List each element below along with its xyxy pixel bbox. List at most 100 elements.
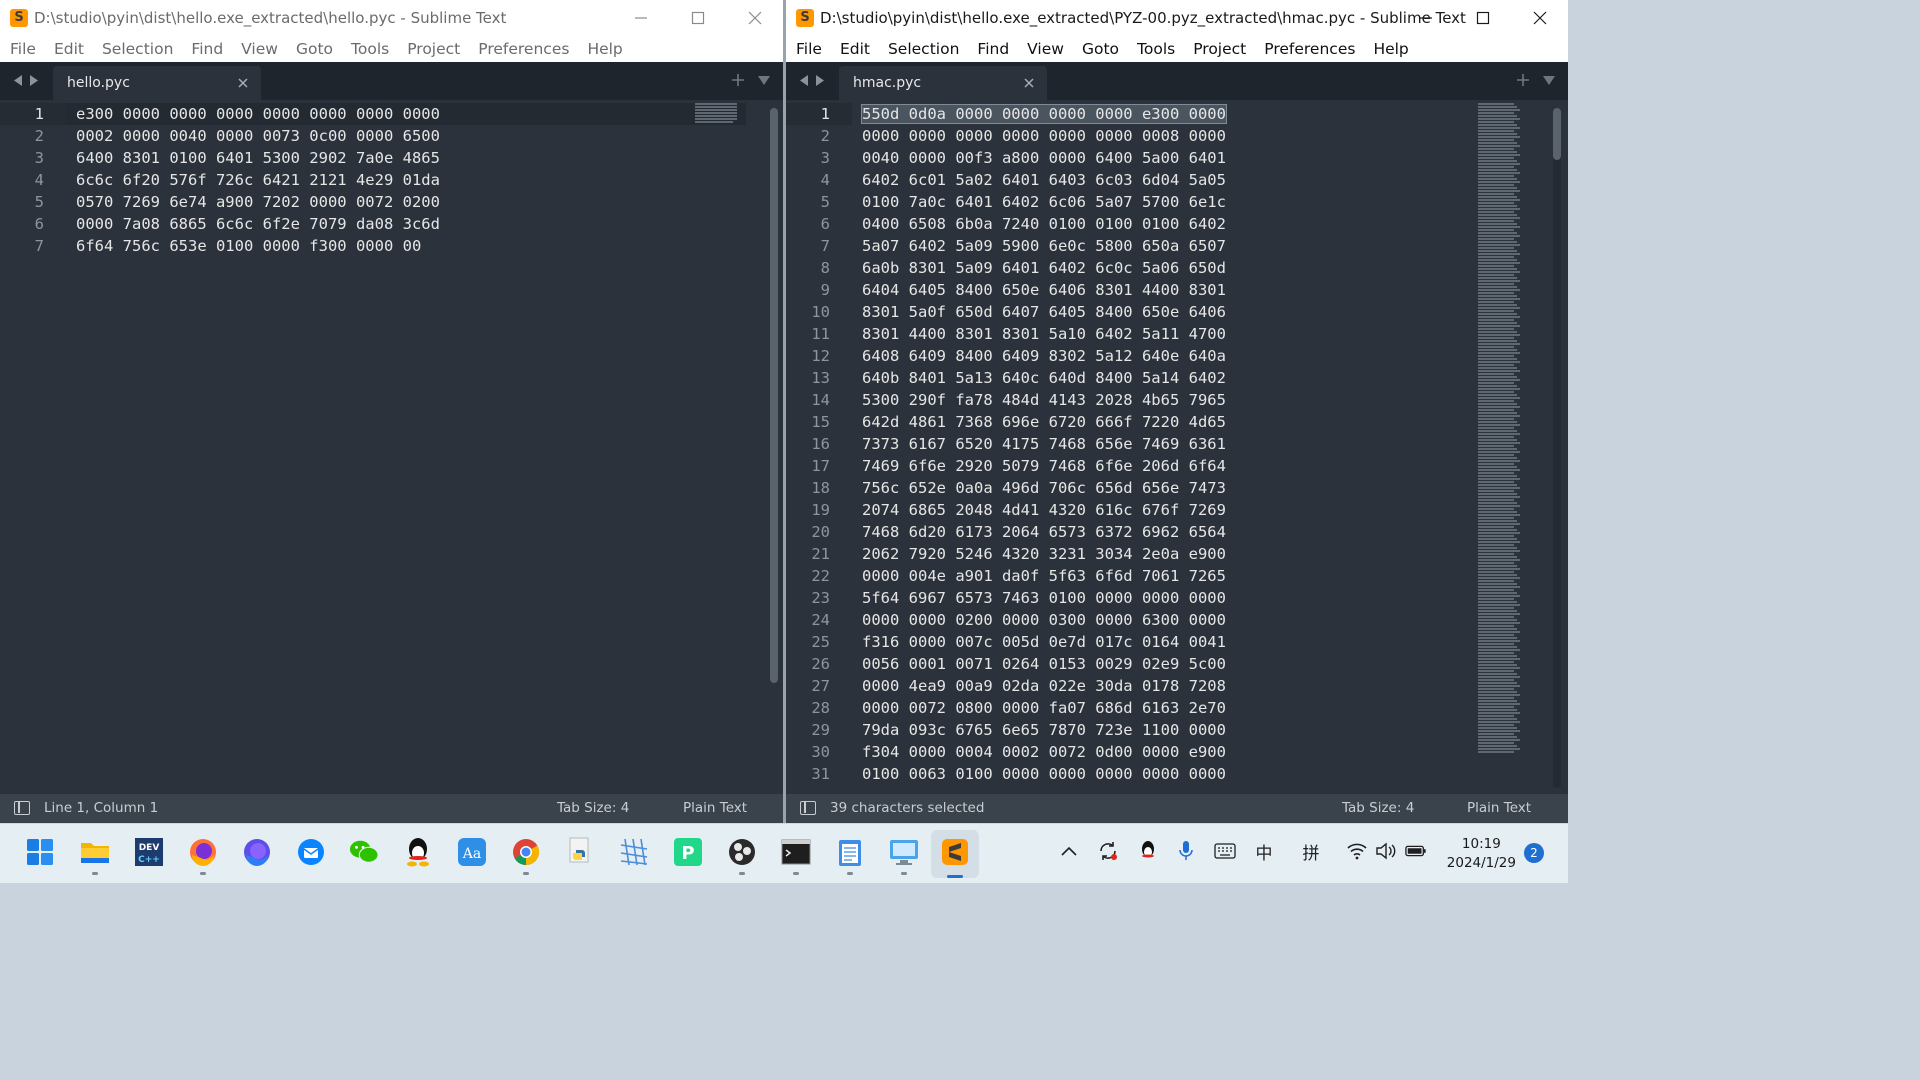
firefox-icon[interactable]: [188, 837, 218, 867]
editor-area[interactable]: 1 e300 0000 0000 0000 0000 0000 0000 0000…: [0, 100, 783, 794]
line-number: 30: [811, 743, 830, 761]
terminal-icon[interactable]: [781, 837, 811, 867]
vertical-scrollbar[interactable]: [770, 108, 778, 683]
minimap-line: [1478, 352, 1520, 354]
minimap[interactable]: [1478, 103, 1520, 754]
tab-hmac-pyc[interactable]: hmac.pyc: [839, 66, 1047, 100]
sublime-text-taskbar-icon[interactable]: [940, 837, 970, 867]
code-line: 2 0002 0000 0040 0000 0073 0c00 0000 6500: [0, 125, 440, 147]
tab-back-icon[interactable]: [798, 74, 810, 87]
microphone-icon[interactable]: [1175, 840, 1197, 862]
python-idle-icon[interactable]: [565, 837, 595, 867]
editor-area[interactable]: 1 550d 0d0a 0000 0000 0000 0000 e300 0000…: [786, 100, 1568, 794]
keyboard-icon[interactable]: [1214, 840, 1236, 862]
menu-file[interactable]: File: [10, 40, 36, 58]
notification-badge[interactable]: 2: [1524, 843, 1544, 863]
tab-back-icon[interactable]: [12, 74, 24, 87]
tab-close-icon[interactable]: [1023, 77, 1035, 89]
tab-list-chevron-icon[interactable]: [757, 73, 771, 87]
qq-icon[interactable]: [403, 837, 433, 867]
menu-project[interactable]: Project: [407, 40, 460, 58]
minimap-line: [1478, 145, 1520, 147]
tab-bar: hmac.pyc: [786, 62, 1568, 100]
chrome-icon[interactable]: [511, 837, 541, 867]
minimap[interactable]: [695, 103, 737, 124]
ime-mode-indicator[interactable]: 拼: [1300, 840, 1322, 864]
wechat-icon[interactable]: [349, 837, 379, 867]
thunderbird-icon[interactable]: [296, 837, 326, 867]
windows-start-icon[interactable]: [25, 837, 55, 867]
menu-project[interactable]: Project: [1193, 40, 1246, 58]
maximize-button[interactable]: [1454, 0, 1511, 36]
notepad-icon[interactable]: [835, 837, 865, 867]
new-tab-icon[interactable]: [731, 73, 745, 87]
menu-preferences[interactable]: Preferences: [1264, 40, 1355, 58]
minimap-line: [1478, 310, 1514, 312]
panel-toggle-icon[interactable]: [14, 801, 30, 815]
menu-selection[interactable]: Selection: [102, 40, 173, 58]
qq-tray-icon[interactable]: [1137, 840, 1159, 862]
wifi-icon[interactable]: [1346, 840, 1368, 862]
minimap-line: [1478, 457, 1517, 459]
minimap-line: [1478, 241, 1517, 243]
minimap-line: [1478, 175, 1514, 177]
menu-tools[interactable]: Tools: [1137, 40, 1175, 58]
system-clock[interactable]: 10:19 2024/1/29: [1447, 835, 1516, 873]
menu-view[interactable]: View: [241, 40, 278, 58]
close-button[interactable]: [1511, 0, 1568, 36]
volume-icon[interactable]: [1375, 840, 1397, 862]
tab-forward-icon[interactable]: [28, 74, 40, 87]
syntax-mode[interactable]: Plain Text: [1467, 800, 1531, 816]
title-bar[interactable]: D:\studio\pyin\dist\hello.exe_extracted\…: [786, 0, 1568, 36]
battery-icon[interactable]: [1405, 840, 1427, 862]
scrollbar-thumb[interactable]: [1553, 108, 1561, 160]
firefox-nightly-icon[interactable]: [242, 837, 272, 867]
dev-cpp-icon[interactable]: DEV C++: [134, 837, 164, 867]
tab-forward-icon[interactable]: [814, 74, 826, 87]
close-button[interactable]: [726, 0, 783, 36]
line-number: 2: [34, 127, 44, 145]
tab-close-icon[interactable]: [237, 77, 249, 89]
minimap-line: [1478, 379, 1520, 381]
minimap-line: [1478, 613, 1520, 615]
tab-list-chevron-icon[interactable]: [1542, 73, 1556, 87]
menu-help[interactable]: Help: [587, 40, 622, 58]
menu-find[interactable]: Find: [191, 40, 223, 58]
menu-goto[interactable]: Goto: [1082, 40, 1119, 58]
menu-goto[interactable]: Goto: [296, 40, 333, 58]
new-tab-icon[interactable]: [1516, 73, 1530, 87]
dictionary-icon[interactable]: Aa: [457, 837, 487, 867]
sync-icon[interactable]: [1097, 840, 1119, 862]
minimize-button[interactable]: [612, 0, 669, 36]
show-hidden-icons-chevron-icon[interactable]: [1058, 840, 1080, 862]
minimize-button[interactable]: [1397, 0, 1454, 36]
network-tool-icon[interactable]: [619, 837, 649, 867]
menu-preferences[interactable]: Preferences: [478, 40, 569, 58]
obs-icon[interactable]: [727, 837, 757, 867]
syntax-mode[interactable]: Plain Text: [683, 800, 747, 816]
menu-tools[interactable]: Tools: [351, 40, 389, 58]
menu-find[interactable]: Find: [977, 40, 1009, 58]
pycharm-icon[interactable]: P: [673, 837, 703, 867]
menu-edit[interactable]: Edit: [840, 40, 870, 58]
sublime-text-icon: [10, 9, 28, 27]
vertical-scrollbar[interactable]: [1553, 108, 1561, 788]
ime-language-indicator[interactable]: 中: [1253, 840, 1275, 864]
file-explorer-icon[interactable]: [80, 837, 110, 867]
title-bar[interactable]: D:\studio\pyin\dist\hello.exe_extracted\…: [0, 0, 783, 36]
maximize-button[interactable]: [669, 0, 726, 36]
menu-help[interactable]: Help: [1373, 40, 1408, 58]
menu-selection[interactable]: Selection: [888, 40, 959, 58]
menu-file[interactable]: File: [796, 40, 822, 58]
scrollbar-thumb[interactable]: [770, 108, 778, 683]
tab-size[interactable]: Tab Size: 4: [1342, 800, 1414, 816]
tab-hello-pyc[interactable]: hello.pyc: [53, 66, 261, 100]
minimap-line: [1478, 289, 1520, 291]
tab-size[interactable]: Tab Size: 4: [557, 800, 629, 816]
minimap-line: [1478, 469, 1520, 471]
menu-view[interactable]: View: [1027, 40, 1064, 58]
panel-toggle-icon[interactable]: [800, 801, 816, 815]
remote-desktop-icon[interactable]: [889, 837, 919, 867]
minimap-line: [1478, 340, 1517, 342]
menu-edit[interactable]: Edit: [54, 40, 84, 58]
